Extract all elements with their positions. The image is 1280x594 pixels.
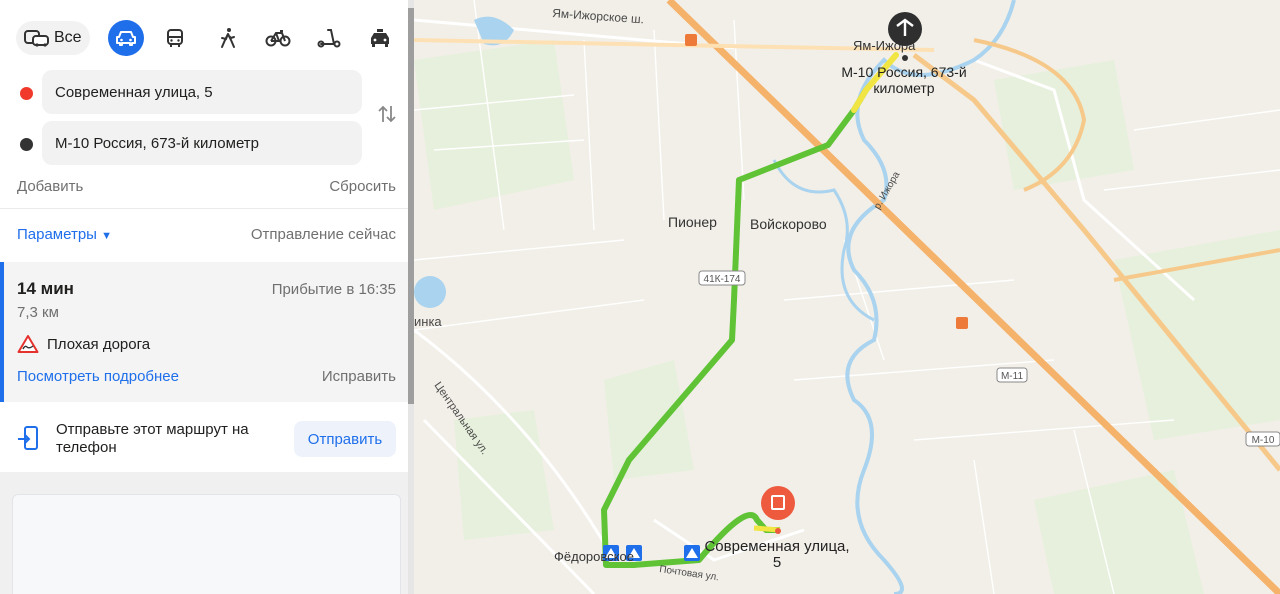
svg-text:М-10: М-10	[1252, 435, 1275, 446]
route-duration: 14 мин	[17, 279, 74, 298]
bus-icon	[167, 29, 183, 47]
mode-scooter-button[interactable]	[311, 20, 347, 56]
route-result-card[interactable]: 14 мин 7,3 км Прибытие в 16:35 Плохая до…	[0, 262, 408, 402]
transport-mode-selector: Все	[14, 18, 404, 58]
destination-field[interactable]: М-10 Россия, 673-й километр	[42, 121, 362, 165]
route-panel: Все Современная улица, 5 М-10 Россия, 67…	[0, 0, 408, 594]
map-label-voiskorovo: Войскорово	[750, 216, 827, 232]
road-shield-m11: М-11	[996, 367, 1028, 383]
destination-label-line1: М-10 Россия, 673-й	[841, 64, 966, 80]
svg-text:41К-174: 41К-174	[704, 274, 741, 285]
caret-down-icon: ▼	[101, 230, 113, 242]
walk-icon	[221, 28, 235, 48]
mode-bus-button[interactable]	[157, 20, 193, 56]
ad-placeholder	[12, 494, 401, 594]
arrival-time: Прибытие в 16:35	[271, 281, 396, 298]
scooter-icon	[317, 29, 341, 48]
origin-dot-icon	[20, 87, 33, 100]
fix-link[interactable]: Исправить	[322, 368, 396, 385]
mode-all-label: Все	[54, 29, 82, 46]
bicycle-icon	[265, 30, 291, 47]
svg-text:М-11: М-11	[1001, 371, 1023, 382]
mode-taxi-button[interactable]	[362, 20, 398, 56]
car-icon	[116, 31, 136, 46]
origin-field[interactable]: Современная улица, 5	[42, 70, 362, 114]
parameters-label: Параметры	[17, 226, 97, 243]
mode-bicycle-button[interactable]	[260, 20, 296, 56]
send-to-phone-block: Отправьте этот маршрут на телефон Отправ…	[0, 404, 408, 472]
map-label-inka: инка	[414, 314, 442, 329]
road-shield-m10: М-10	[1245, 431, 1280, 447]
details-link[interactable]: Посмотреть подробнее	[17, 368, 179, 385]
departure-time-selector[interactable]: Отправление сейчас	[251, 226, 396, 243]
map-label-pioner: Пионер	[668, 214, 717, 230]
origin-label-line1: Современная улица,	[704, 538, 849, 555]
road-shield-41k: 41К-174	[698, 270, 746, 286]
parameters-dropdown[interactable]: Параметры ▼	[17, 226, 112, 243]
map-label-fedorovskoe: Фёдоровское	[554, 549, 634, 564]
route-distance: 7,3 км	[17, 304, 59, 321]
destination-label-line2: километр	[873, 80, 934, 96]
taxi-icon	[371, 29, 389, 47]
mode-all-button[interactable]: Все	[16, 21, 90, 55]
phone-send-icon	[18, 426, 38, 450]
swap-points-button[interactable]	[376, 103, 398, 130]
mode-car-button[interactable]	[108, 20, 144, 56]
divider	[0, 208, 408, 209]
send-button[interactable]: Отправить	[294, 421, 396, 457]
add-point-link[interactable]: Добавить	[17, 178, 83, 195]
destination-value: М-10 Россия, 673-й километр	[55, 134, 260, 152]
road-warning: Плохая дорога	[17, 334, 150, 354]
warning-text: Плохая дорога	[47, 335, 151, 353]
mode-walk-button[interactable]	[210, 20, 246, 56]
swap-arrows-icon	[378, 105, 396, 123]
car-bus-icon	[24, 30, 49, 47]
map-canvas[interactable]: 41К-174 М-11 М-10 Ям-Ижорское ш. Ям-Ижор…	[414, 0, 1280, 594]
reset-link[interactable]: Сбросить	[329, 178, 396, 195]
origin-value: Современная улица, 5	[55, 83, 213, 101]
origin-label-line2: 5	[773, 554, 781, 571]
send-route-text: Отправьте этот маршрут на телефон	[56, 421, 249, 456]
destination-dot-icon	[20, 138, 33, 151]
warning-triangle-icon	[17, 335, 39, 353]
